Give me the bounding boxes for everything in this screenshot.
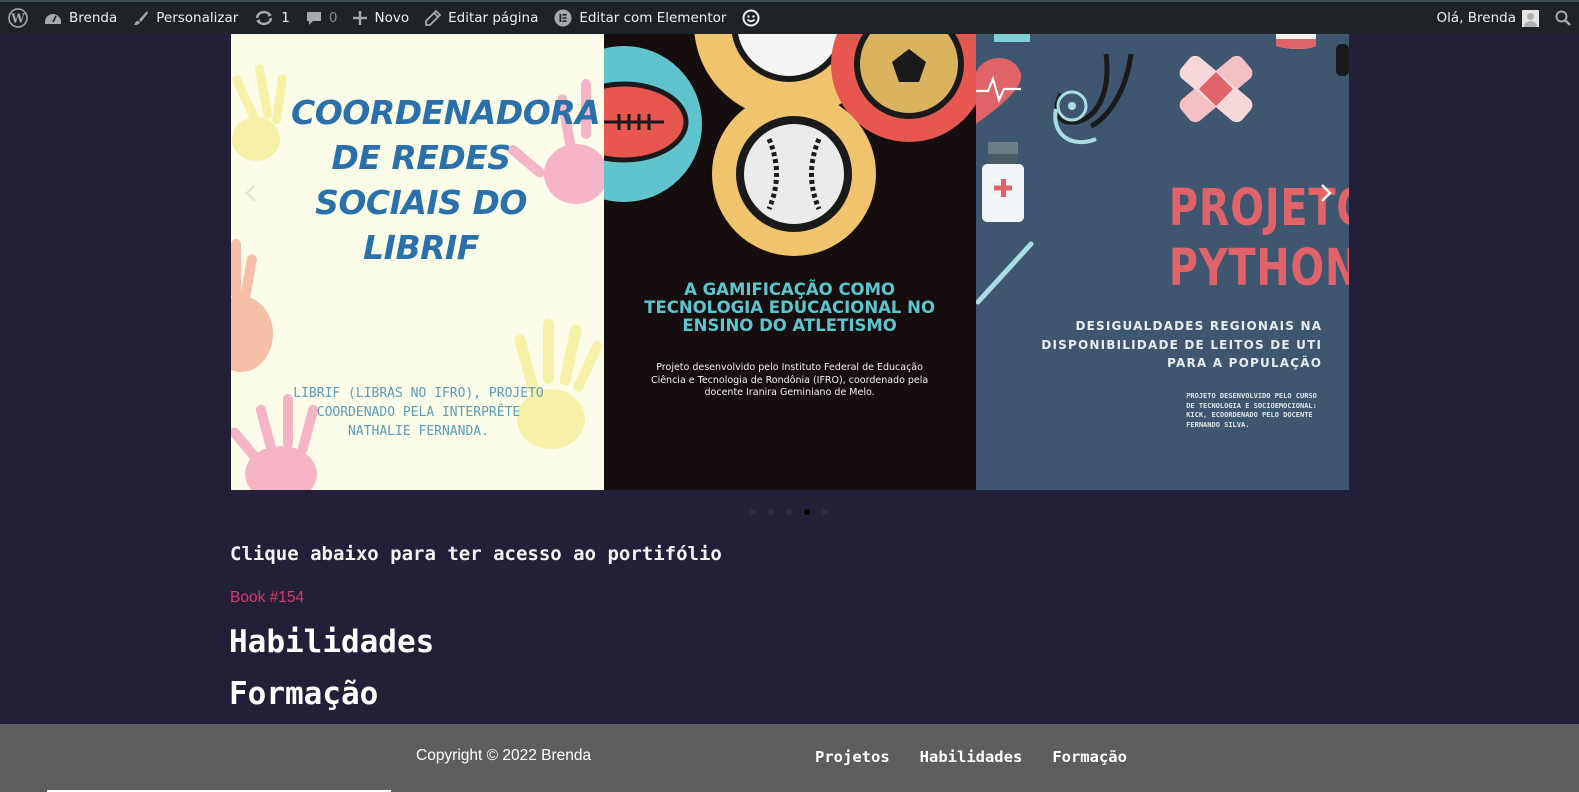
svg-text:W: W — [10, 12, 25, 26]
theme-helper-button[interactable] — [734, 2, 768, 34]
carousel-slide-python[interactable]: PROJETO PYTHON DESIGUALDADES REGIONAIS N… — [976, 34, 1349, 490]
book-link[interactable]: Book #154 — [230, 589, 304, 607]
pencil-icon — [425, 10, 442, 26]
search-icon — [1555, 10, 1571, 26]
footer-link-projetos[interactable]: Projetos — [815, 748, 890, 766]
plus-icon — [353, 11, 368, 25]
account-menu[interactable]: Olá, Brenda — [1429, 2, 1547, 34]
slide-title: COORDENADORA DE REDES SOCIAIS DO LIBRIF — [291, 93, 601, 267]
admin-bar: W Brenda Personalizar 1 0 Novo Editar pá… — [0, 0, 1579, 34]
customize-button[interactable]: Personalizar — [125, 2, 246, 34]
edit-elementor-button[interactable]: Editar com Elementor — [546, 2, 734, 34]
footer-link-habilidades[interactable]: Habilidades — [920, 748, 1023, 766]
comment-icon — [306, 10, 322, 26]
avatar — [1522, 9, 1539, 27]
portfolio-carousel: COORDENADORA DE REDES SOCIAIS DO LIBRIF … — [231, 34, 1349, 490]
updates-icon — [254, 10, 274, 26]
copyright-text: Copyright © 2022 Brenda — [416, 747, 592, 764]
carousel-next-button[interactable] — [1311, 180, 1341, 210]
wordpress-icon: W — [8, 8, 28, 28]
site-name-menu[interactable]: Brenda — [36, 2, 125, 34]
updates-count: 1 — [281, 10, 290, 26]
updates-button[interactable]: 1 — [246, 2, 298, 34]
chevron-right-icon — [1320, 183, 1332, 208]
sports-balls-illustration — [603, 34, 977, 256]
comments-count: 0 — [328, 10, 338, 26]
slide-title: PROJETO PYTHON — [1169, 179, 1349, 298]
site-footer: Copyright © 2022 Brenda Projetos Habilid… — [0, 724, 1579, 792]
heading-skills: Habilidades — [229, 624, 435, 660]
edit-page-button[interactable]: Editar página — [417, 2, 546, 34]
carousel-dot[interactable] — [804, 509, 810, 515]
brush-icon — [133, 10, 149, 26]
carousel-prev-button[interactable] — [236, 180, 266, 210]
slide-subtitle: DESIGUALDADES REGIONAIS NA DISPONIBILIDA… — [1041, 319, 1323, 370]
greeting-label: Olá, Brenda — [1436, 10, 1516, 26]
new-content-button[interactable]: Novo — [345, 2, 417, 34]
chevron-left-icon — [245, 183, 257, 208]
carousel-dot[interactable] — [822, 509, 828, 515]
search-button[interactable] — [1547, 2, 1579, 34]
slide-subtitle: LIBRIF (LIBRAS NO IFRO), PROJETO COORDEN… — [293, 386, 544, 439]
carousel-dot[interactable] — [750, 509, 756, 515]
dashboard-icon — [44, 10, 62, 26]
comments-button[interactable]: 0 — [298, 2, 346, 34]
slide-subtitle: Projeto desenvolvido pelo Instituto Fede… — [650, 362, 929, 398]
wordpress-logo-button[interactable]: W — [0, 2, 36, 34]
edit-elementor-label: Editar com Elementor — [579, 10, 727, 26]
carousel-dot[interactable] — [786, 509, 792, 515]
site-name-label: Brenda — [69, 10, 118, 26]
carousel-dot[interactable] — [768, 509, 774, 515]
smiley-icon — [742, 9, 760, 27]
slide-title: A GAMIFICAÇÃO COMO TECNOLOGIA EDÚCACIONA… — [644, 280, 935, 335]
carousel-dots — [750, 509, 828, 515]
footer-link-formacao[interactable]: Formação — [1052, 748, 1127, 766]
portfolio-access-text: Clique abaixo para ter acesso ao portifó… — [230, 543, 722, 565]
slide-note: PROJETO DESENVOLVIDO PELO CURSO DE TECNO… — [1186, 392, 1317, 429]
carousel-slide-gamificacao[interactable]: A GAMIFICAÇÃO COMO TECNOLOGIA EDÚCACIONA… — [603, 34, 977, 490]
heading-formation: Formação — [229, 676, 379, 712]
footer-nav: Projetos Habilidades Formação — [815, 748, 1127, 766]
new-label: Novo — [374, 10, 410, 26]
elementor-icon — [554, 9, 572, 27]
customize-label: Personalizar — [156, 10, 239, 26]
edit-page-label: Editar página — [448, 10, 539, 26]
carousel-slide-librif[interactable]: COORDENADORA DE REDES SOCIAIS DO LIBRIF … — [231, 34, 604, 490]
